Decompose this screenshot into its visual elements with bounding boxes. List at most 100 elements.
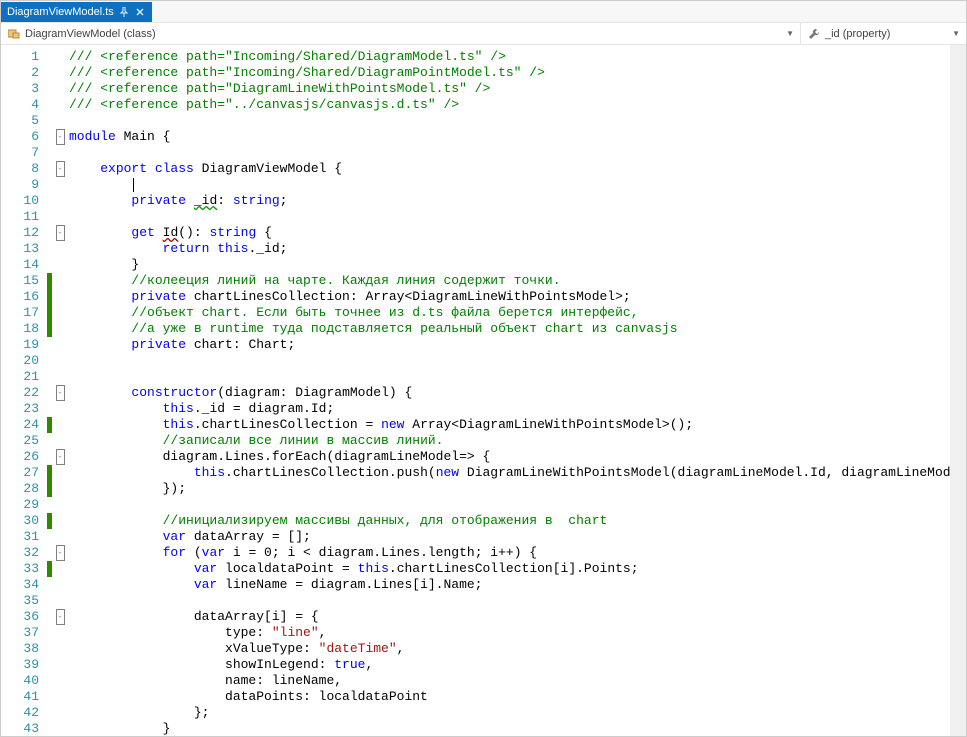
code-line[interactable]: //объект chart. Если быть точнее из d.ts… bbox=[69, 305, 966, 321]
member-picker-label: _id (property) bbox=[825, 28, 890, 40]
code-line[interactable]: private _id: string; bbox=[69, 193, 966, 209]
line-number: 38 bbox=[1, 641, 39, 657]
fold-toggle[interactable]: - bbox=[56, 609, 65, 625]
line-number: 17 bbox=[1, 305, 39, 321]
line-number: 30 bbox=[1, 513, 39, 529]
line-number: 7 bbox=[1, 145, 39, 161]
active-document-tab[interactable]: DiagramViewModel.ts bbox=[1, 2, 152, 22]
code-line[interactable]: xValueType: "dateTime", bbox=[69, 641, 966, 657]
code-editor[interactable]: 1234567891011121314151617181920212223242… bbox=[1, 45, 966, 736]
line-number: 2 bbox=[1, 65, 39, 81]
chevron-down-icon: ▼ bbox=[786, 29, 794, 38]
class-picker[interactable]: DiagramViewModel (class) ▼ bbox=[1, 23, 801, 44]
text-caret bbox=[133, 178, 134, 192]
change-marker bbox=[47, 289, 52, 305]
document-tab-bar: DiagramViewModel.ts bbox=[1, 1, 966, 23]
line-number: 28 bbox=[1, 481, 39, 497]
code-line[interactable]: //записали все линии в массив линий. bbox=[69, 433, 966, 449]
code-line[interactable]: var lineName = diagram.Lines[i].Name; bbox=[69, 577, 966, 593]
code-line[interactable]: showInLegend: true, bbox=[69, 657, 966, 673]
code-line[interactable]: dataPoints: localdataPoint bbox=[69, 689, 966, 705]
line-number: 19 bbox=[1, 337, 39, 353]
line-number: 16 bbox=[1, 289, 39, 305]
change-marker bbox=[47, 321, 52, 337]
code-line[interactable]: } bbox=[69, 721, 966, 736]
line-number: 20 bbox=[1, 353, 39, 369]
line-number: 21 bbox=[1, 369, 39, 385]
code-line[interactable]: /// <reference path="Incoming/Shared/Dia… bbox=[69, 49, 966, 65]
wrench-icon bbox=[807, 28, 821, 40]
fold-toggle[interactable]: - bbox=[56, 449, 65, 465]
code-line[interactable]: dataArray[i] = { bbox=[69, 609, 966, 625]
code-line[interactable] bbox=[69, 353, 966, 369]
code-line[interactable] bbox=[69, 209, 966, 225]
change-marker bbox=[47, 465, 52, 481]
code-line[interactable] bbox=[69, 113, 966, 129]
tab-title: DiagramViewModel.ts bbox=[7, 6, 114, 18]
code-line[interactable]: get Id(): string { bbox=[69, 225, 966, 241]
fold-toggle[interactable]: - bbox=[56, 545, 65, 561]
vertical-scrollbar[interactable] bbox=[950, 45, 966, 736]
code-area[interactable]: /// <reference path="Incoming/Shared/Dia… bbox=[67, 45, 966, 736]
line-number: 9 bbox=[1, 177, 39, 193]
line-number: 13 bbox=[1, 241, 39, 257]
code-line[interactable]: private chartLinesCollection: Array<Diag… bbox=[69, 289, 966, 305]
fold-toggle[interactable]: - bbox=[56, 225, 65, 241]
change-marker bbox=[47, 481, 52, 497]
code-line[interactable]: diagram.Lines.forEach(diagramLineModel=>… bbox=[69, 449, 966, 465]
code-line[interactable]: this.chartLinesCollection = new Array<Di… bbox=[69, 417, 966, 433]
line-number: 32 bbox=[1, 545, 39, 561]
fold-toggle[interactable]: - bbox=[56, 161, 65, 177]
code-line[interactable]: constructor(diagram: DiagramModel) { bbox=[69, 385, 966, 401]
line-number: 33 bbox=[1, 561, 39, 577]
fold-toggle[interactable]: - bbox=[56, 129, 65, 145]
outlining-margin: - - - - - - - bbox=[53, 45, 67, 736]
fold-toggle[interactable]: - bbox=[56, 385, 65, 401]
code-line[interactable]: }); bbox=[69, 481, 966, 497]
code-line[interactable]: //инициализируем массивы данных, для ото… bbox=[69, 513, 966, 529]
code-line[interactable]: module Main { bbox=[69, 129, 966, 145]
code-line[interactable] bbox=[69, 145, 966, 161]
code-line[interactable]: this._id = diagram.Id; bbox=[69, 401, 966, 417]
change-marker bbox=[47, 273, 52, 289]
code-line[interactable]: /// <reference path="DiagramLineWithPoin… bbox=[69, 81, 966, 97]
class-picker-label: DiagramViewModel (class) bbox=[25, 28, 156, 40]
code-line[interactable]: var dataArray = []; bbox=[69, 529, 966, 545]
close-icon[interactable] bbox=[134, 6, 146, 18]
line-number: 36 bbox=[1, 609, 39, 625]
code-line[interactable]: var localdataPoint = this.chartLinesColl… bbox=[69, 561, 966, 577]
line-number: 10 bbox=[1, 193, 39, 209]
line-number: 42 bbox=[1, 705, 39, 721]
code-line[interactable]: export class DiagramViewModel { bbox=[69, 161, 966, 177]
line-number: 15 bbox=[1, 273, 39, 289]
code-line[interactable]: } bbox=[69, 257, 966, 273]
line-number-gutter: 1234567891011121314151617181920212223242… bbox=[1, 45, 47, 736]
code-line[interactable]: private chart: Chart; bbox=[69, 337, 966, 353]
code-line[interactable]: }; bbox=[69, 705, 966, 721]
line-number: 6 bbox=[1, 129, 39, 145]
pin-icon[interactable] bbox=[118, 6, 130, 18]
line-number: 27 bbox=[1, 465, 39, 481]
line-number: 35 bbox=[1, 593, 39, 609]
code-line[interactable] bbox=[69, 593, 966, 609]
code-line[interactable]: return this._id; bbox=[69, 241, 966, 257]
code-line[interactable]: /// <reference path="../canvasjs/canvasj… bbox=[69, 97, 966, 113]
member-picker[interactable]: _id (property) ▼ bbox=[801, 23, 966, 44]
code-line[interactable]: //а уже в runtime туда подставляется реа… bbox=[69, 321, 966, 337]
line-number: 37 bbox=[1, 625, 39, 641]
code-line[interactable]: for (var i = 0; i < diagram.Lines.length… bbox=[69, 545, 966, 561]
code-line[interactable]: this.chartLinesCollection.push(new Diagr… bbox=[69, 465, 966, 481]
line-number: 22 bbox=[1, 385, 39, 401]
code-line[interactable]: type: "line", bbox=[69, 625, 966, 641]
line-number: 31 bbox=[1, 529, 39, 545]
line-number: 25 bbox=[1, 433, 39, 449]
line-number: 40 bbox=[1, 673, 39, 689]
line-number: 12 bbox=[1, 225, 39, 241]
code-line[interactable] bbox=[69, 177, 966, 193]
code-line[interactable] bbox=[69, 369, 966, 385]
code-line[interactable]: name: lineName, bbox=[69, 673, 966, 689]
line-number: 41 bbox=[1, 689, 39, 705]
code-line[interactable]: /// <reference path="Incoming/Shared/Dia… bbox=[69, 65, 966, 81]
code-line[interactable]: //колееция линий на чарте. Каждая линия … bbox=[69, 273, 966, 289]
code-line[interactable] bbox=[69, 497, 966, 513]
